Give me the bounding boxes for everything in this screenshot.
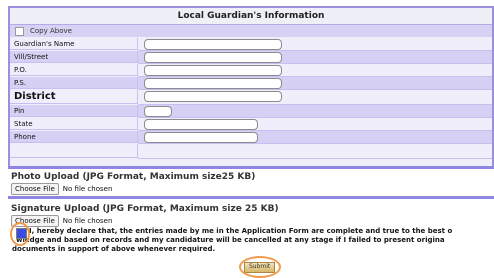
copy-above-row: Copy Above <box>10 25 492 37</box>
copy-above-label: Copy Above <box>30 27 72 35</box>
field-cell <box>138 131 492 144</box>
declaration-line-1: I, hereby declare that, the entries made… <box>29 227 453 235</box>
application-form: Local Guardian's Information Copy Above … <box>0 0 494 278</box>
guardian-name-row: Guardian's Name <box>10 38 492 51</box>
field-cell <box>138 51 492 64</box>
field-label: Guardian's Name <box>10 38 138 50</box>
field-cell <box>138 90 492 105</box>
state-input[interactable] <box>144 119 258 130</box>
field-cell <box>138 105 492 118</box>
field-label: Phone <box>10 131 138 143</box>
copy-above-checkbox[interactable] <box>15 26 24 36</box>
photo-choose-file-button[interactable]: Choose File <box>11 183 59 195</box>
po-input[interactable] <box>144 65 282 76</box>
field-label: P.O. <box>10 64 138 76</box>
local-guardian-section: Local Guardian's Information Copy Above … <box>8 6 494 176</box>
signature-file-status: No file chosen <box>62 217 113 225</box>
field-label <box>10 144 138 158</box>
signature-file-row: Choose File No file chosen <box>11 215 494 227</box>
guardian-name-input[interactable] <box>144 39 282 50</box>
pin-row: Pin <box>10 105 492 118</box>
district-input[interactable] <box>144 91 282 102</box>
district-row: District <box>10 90 492 105</box>
photo-upload-section: Photo Upload (JPG Format, Maximum size25… <box>8 166 494 199</box>
ps-row: P.S. <box>10 77 492 90</box>
photo-file-status: No file chosen <box>62 185 113 193</box>
state-row: State <box>10 118 492 131</box>
declaration-line-2: wledge and based on records and my candi… <box>16 236 445 244</box>
vill-street-input[interactable] <box>144 52 282 63</box>
signature-upload-title: Signature Upload (JPG Format, Maximum si… <box>11 204 279 214</box>
spacer-row <box>10 144 492 159</box>
pin-input[interactable] <box>144 106 172 117</box>
po-row: P.O. <box>10 64 492 77</box>
ps-input[interactable] <box>144 78 282 89</box>
submit-highlight-ring <box>239 256 281 278</box>
field-label: P.S. <box>10 77 138 89</box>
phone-row: Phone <box>10 131 492 144</box>
photo-upload-title: Photo Upload (JPG Format, Maximum size25… <box>11 172 256 182</box>
field-cell <box>138 38 492 51</box>
field-label: Pin <box>10 105 138 117</box>
field-label: Vill/Street <box>10 51 138 63</box>
field-cell <box>138 64 492 77</box>
declaration-line-3: documents in support of above whenever r… <box>12 245 216 253</box>
section-title: Local Guardian's Information <box>10 8 492 25</box>
vill-street-row: Vill/Street <box>10 51 492 64</box>
checkbox-highlight-ring <box>10 222 30 246</box>
field-cell <box>138 118 492 131</box>
field-cell <box>138 144 492 159</box>
photo-file-row: Choose File No file chosen <box>11 183 494 195</box>
declaration-block: I, hereby declare that, the entries made… <box>12 227 494 257</box>
field-label: State <box>10 118 138 130</box>
field-cell <box>138 77 492 90</box>
phone-input[interactable] <box>144 132 258 143</box>
field-label: District <box>10 90 138 104</box>
signature-upload-section: Signature Upload (JPG Format, Maximum si… <box>8 203 494 229</box>
